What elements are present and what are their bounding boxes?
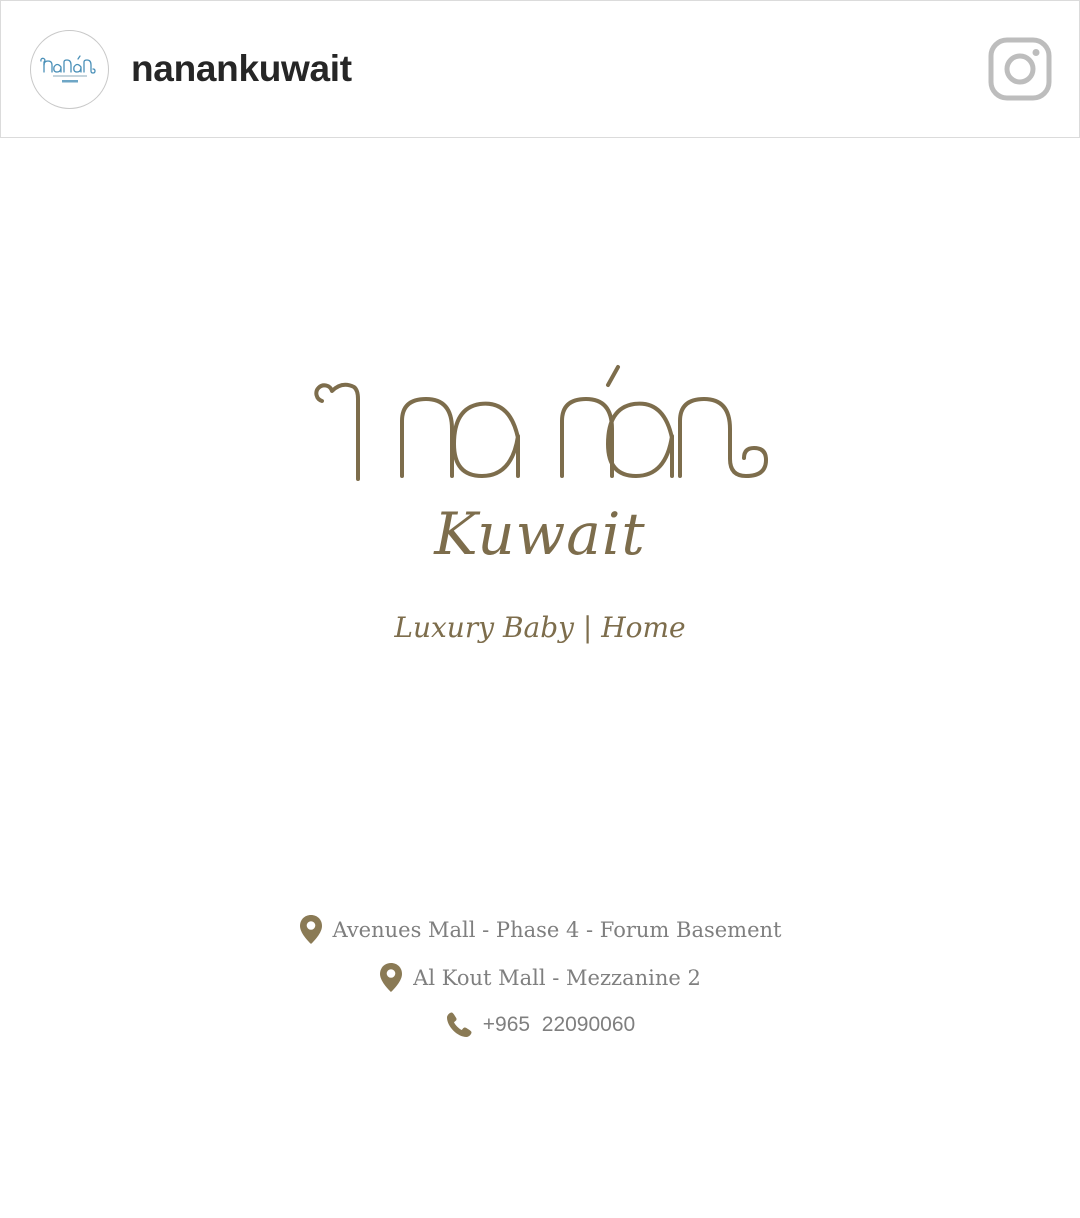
phone-icon xyxy=(446,1012,472,1037)
location-text: Al Kout Mall - Mezzanine 2 xyxy=(413,965,701,990)
phone-row: +965 22090060 xyxy=(0,1011,1080,1039)
avatar[interactable] xyxy=(30,30,109,109)
brand-location: Kuwait xyxy=(434,500,646,568)
nanan-brand-logo xyxy=(314,365,768,481)
profile-username[interactable]: nanankuwait xyxy=(131,47,352,91)
location-row-alkout: Al Kout Mall - Mezzanine 2 xyxy=(0,962,1080,993)
post-header: nanankuwait xyxy=(0,0,1080,138)
nanan-logo-avatar-icon xyxy=(40,55,96,83)
brand-tagline: Luxury Baby | Home xyxy=(394,611,686,644)
location-row-avenues: Avenues Mall - Phase 4 - Forum Basement xyxy=(0,914,1080,945)
phone-number[interactable]: +965 22090060 xyxy=(483,1013,635,1037)
map-pin-icon xyxy=(380,963,403,992)
post-image[interactable]: Kuwait Luxury Baby | Home Avenues Mall -… xyxy=(0,138,1080,1218)
location-text: Avenues Mall - Phase 4 - Forum Basement xyxy=(332,917,782,942)
instagram-icon[interactable] xyxy=(988,37,1052,101)
map-pin-icon xyxy=(299,915,322,944)
